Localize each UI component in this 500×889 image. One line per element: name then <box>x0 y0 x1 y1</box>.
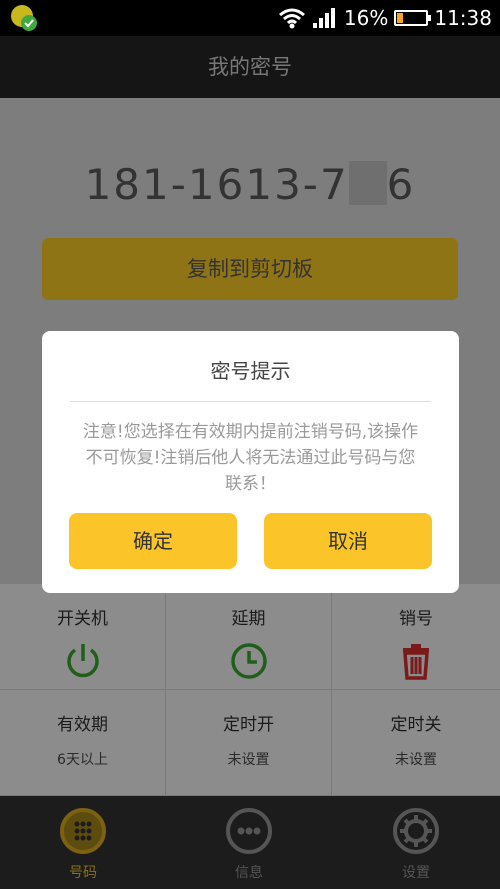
cancel-number-label: 销号 <box>399 609 433 629</box>
nav-item-number[interactable]: 号码 <box>0 796 166 889</box>
extend-label: 延期 <box>231 609 266 629</box>
wifi-icon <box>278 8 305 29</box>
trash-icon <box>403 644 429 680</box>
battery-percent: 16% <box>343 6 389 30</box>
validity-cell[interactable]: 有效期 6天以上 <box>0 690 166 796</box>
bottom-navigation: 号码 信息 设置 <box>0 796 500 889</box>
gear-icon <box>393 808 439 854</box>
power-icon <box>66 644 99 678</box>
copy-to-clipboard-button[interactable]: 复制到剪切板 <box>42 238 458 300</box>
status-bar: 16% 11:38 <box>0 0 500 36</box>
dialpad-icon <box>60 808 106 854</box>
nav-label-settings: 设置 <box>402 865 430 881</box>
scheduled-on-value: 未设置 <box>227 752 270 768</box>
dialog-message: 注意!您选择在有效期内提前注销号码,该操作不可恢复!注销后他人将无法通过此号码与… <box>82 422 419 494</box>
app-notification-icon <box>11 5 37 31</box>
scheduled-on-label: 定时开 <box>223 715 274 735</box>
nav-label-messages: 信息 <box>235 865 263 881</box>
signal-icon <box>312 8 335 28</box>
scheduled-off-label: 定时关 <box>390 715 442 735</box>
function-grid: 开关机 延期 销号 有效期 6天以上 定时开 未设置 定时关 未设置 <box>0 584 500 796</box>
power-toggle-cell[interactable]: 开关机 <box>0 584 166 690</box>
clock-icon <box>230 643 267 679</box>
extend-cell[interactable]: 延期 <box>166 584 332 690</box>
cancel-button[interactable]: 取消 <box>264 513 432 569</box>
scheduled-off-value: 未设置 <box>395 752 437 768</box>
number-mask <box>348 161 387 205</box>
validity-value: 6天以上 <box>57 752 108 768</box>
clock-time: 11:38 <box>434 6 492 30</box>
secret-number: 181-1613-7 6 <box>0 160 500 209</box>
cancel-number-cell[interactable]: 销号 <box>332 584 500 690</box>
number-prefix: 181-1613-7 <box>84 160 349 209</box>
scheduled-on-cell[interactable]: 定时开 未设置 <box>166 690 332 796</box>
battery-icon <box>394 10 432 26</box>
number-suffix: 6 <box>386 160 416 209</box>
password-hint-dialog: 密号提示 注意!您选择在有效期内提前注销号码,该操作不可恢复!注销后他人将无法通… <box>42 331 459 593</box>
confirm-button[interactable]: 确定 <box>69 513 237 569</box>
scheduled-off-cell[interactable]: 定时关 未设置 <box>332 690 500 796</box>
nav-item-settings[interactable]: 设置 <box>332 796 500 889</box>
message-icon <box>226 808 272 854</box>
page-title: 我的密号 <box>0 36 500 98</box>
nav-label-number: 号码 <box>69 865 97 881</box>
power-toggle-label: 开关机 <box>57 609 108 629</box>
nav-item-messages[interactable]: 信息 <box>166 796 332 889</box>
dialog-title: 密号提示 <box>210 359 291 383</box>
dialog-divider <box>70 401 431 402</box>
validity-label: 有效期 <box>57 715 108 735</box>
